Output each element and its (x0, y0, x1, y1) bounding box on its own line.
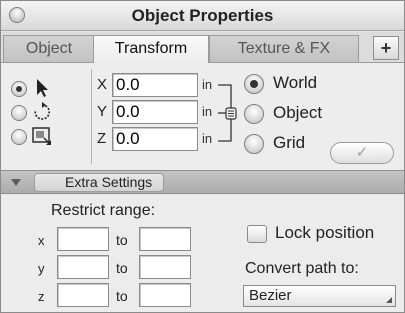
resize-grip-icon (386, 297, 392, 303)
grid-space-label: Grid (273, 133, 306, 152)
object-space-label: Object (273, 103, 323, 122)
object-space-radio[interactable] (244, 104, 264, 124)
range-y-label: y (38, 261, 45, 276)
transform-panel: X in Y in Z in World Object Grid ✓ (1, 62, 404, 170)
tab-bar: Object Transform Texture & FX + (1, 32, 404, 63)
range-x-to-label: to (116, 232, 128, 248)
apply-button[interactable]: ✓ (330, 142, 394, 164)
x-axis-label: X (97, 76, 108, 93)
extra-settings-panel: Restrict range: x to y to z to Lock posi… (1, 195, 404, 312)
tab-texture-fx[interactable]: Texture & FX (209, 35, 359, 62)
grid-space-radio[interactable] (244, 134, 264, 154)
disclosure-triangle-icon[interactable] (11, 179, 21, 186)
range-z-label: z (38, 289, 45, 304)
range-y-to-label: to (116, 260, 128, 276)
world-space-label: World (273, 73, 318, 92)
column-divider (91, 69, 92, 164)
range-x-from-field[interactable] (57, 227, 109, 251)
lock-position-checkbox[interactable] (247, 225, 267, 243)
z-axis-label: Z (97, 130, 107, 147)
y-axis-label: Y (97, 103, 108, 120)
window-title: Object Properties (131, 6, 274, 25)
range-x-to-field[interactable] (139, 227, 191, 251)
tab-transform[interactable]: Transform (93, 35, 209, 63)
rotate-icon[interactable] (31, 101, 53, 123)
range-y-to-field[interactable] (139, 255, 191, 279)
move-arrow-icon[interactable] (31, 77, 53, 99)
scale-icon[interactable] (31, 125, 53, 147)
tab-object[interactable]: Object (3, 35, 95, 62)
z-coordinate-field[interactable] (112, 127, 198, 151)
convert-path-value: Bezier (249, 287, 292, 304)
world-space-radio[interactable] (244, 74, 264, 94)
scale-mode-radio[interactable] (11, 129, 27, 145)
x-coordinate-field[interactable] (112, 73, 198, 97)
range-z-to-label: to (116, 288, 128, 304)
z-unit-label: in (202, 131, 213, 146)
extra-settings-title: Extra Settings (34, 173, 164, 192)
move-mode-radio[interactable] (11, 81, 27, 97)
convert-path-label: Convert path to: (245, 260, 359, 277)
x-unit-label: in (202, 77, 213, 92)
y-unit-label: in (202, 104, 213, 119)
convert-path-select[interactable]: Bezier (243, 285, 396, 307)
range-y-from-field[interactable] (57, 255, 109, 279)
plus-icon[interactable]: + (373, 36, 399, 60)
rotate-mode-radio[interactable] (11, 105, 27, 121)
range-z-to-field[interactable] (139, 283, 191, 307)
link-bracket-icon[interactable] (216, 77, 238, 149)
range-z-from-field[interactable] (57, 283, 109, 307)
object-properties-window: Object Properties Object Transform Textu… (0, 0, 405, 313)
extra-settings-header[interactable]: Extra Settings (1, 170, 404, 194)
y-coordinate-field[interactable] (112, 100, 198, 124)
title-bar[interactable]: Object Properties (1, 1, 404, 31)
range-x-label: x (38, 233, 45, 248)
lock-position-label: Lock position (275, 223, 375, 242)
restrict-range-label: Restrict range: (51, 202, 156, 219)
